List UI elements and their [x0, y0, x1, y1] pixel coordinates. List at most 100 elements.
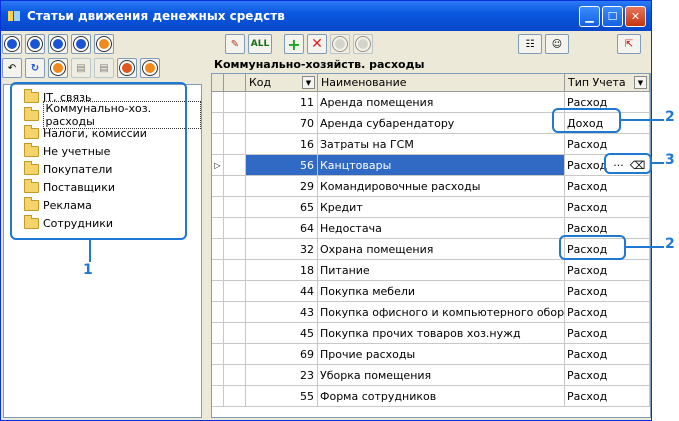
add-subfolder-icon: ▤: [99, 62, 109, 74]
minimize-button[interactable]: ▁: [579, 5, 600, 27]
type-cell[interactable]: Расход: [565, 281, 650, 301]
table-row[interactable]: 23 Уборка помещения Расход: [212, 365, 650, 386]
next-record-button[interactable]: [48, 34, 68, 54]
chevron-down-icon[interactable]: ▼: [302, 76, 315, 89]
header-name[interactable]: Наименование: [318, 74, 565, 91]
row-indicator: [212, 197, 224, 217]
code-cell[interactable]: 55: [246, 386, 318, 406]
name-cell[interactable]: Форма сотрудников: [318, 386, 565, 406]
code-cell[interactable]: 69: [246, 344, 318, 364]
row-blank-cell: [224, 365, 246, 385]
type-cell[interactable]: Расход: [565, 344, 650, 364]
name-cell[interactable]: Недостача: [318, 218, 565, 238]
table-row[interactable]: 29 Командировочные расходы Расход: [212, 176, 650, 197]
name-cell[interactable]: Прочие расходы: [318, 344, 565, 364]
code-cell[interactable]: 16: [246, 134, 318, 154]
filter-icon: ☷: [525, 38, 535, 50]
type-cell[interactable]: Расход: [565, 176, 650, 196]
add-folder-button[interactable]: ▤: [71, 58, 91, 78]
table-row[interactable]: 43Покупка офисного и компьютерного обору…: [212, 302, 650, 323]
code-cell[interactable]: 23: [246, 365, 318, 385]
name-cell[interactable]: Покупка офисного и компьютерного оборудо…: [318, 302, 565, 322]
close-button[interactable]: ✕: [625, 5, 646, 27]
row-indicator: [212, 323, 224, 343]
name-cell[interactable]: Уборка помещения: [318, 365, 565, 385]
cancel-icon: [333, 37, 347, 51]
name-cell[interactable]: Охрана помещения: [318, 239, 565, 259]
type-cell[interactable]: Расход: [565, 134, 650, 154]
callout-number-3: 3: [665, 152, 675, 168]
type-cell[interactable]: Расход: [565, 302, 650, 322]
table-row[interactable]: 65 Кредит Расход: [212, 197, 650, 218]
maximize-button[interactable]: ☐: [602, 5, 623, 27]
name-cell[interactable]: Покупка мебели: [318, 281, 565, 301]
table-row[interactable]: ▷ 56 Канцтовары Расход ··· ⌫: [212, 155, 650, 176]
name-cell[interactable]: Аренда помещения: [318, 92, 565, 112]
row-indicator: [212, 218, 224, 238]
type-cell[interactable]: Расход: [565, 386, 650, 406]
code-cell[interactable]: 32: [246, 239, 318, 259]
name-cell[interactable]: Кредит: [318, 197, 565, 217]
table-row[interactable]: 45 Покупка прочих товаров хоз.нужд Расход: [212, 323, 650, 344]
name-cell[interactable]: Покупка прочих товаров хоз.нужд: [318, 323, 565, 343]
name-cell[interactable]: Канцтовары: [318, 155, 565, 175]
type-cell[interactable]: Расход: [565, 323, 650, 343]
code-cell[interactable]: 29: [246, 176, 318, 196]
users-button[interactable]: ☺: [545, 34, 569, 54]
exit-button[interactable]: ⇱: [617, 34, 641, 54]
delete-folder-button[interactable]: [117, 58, 137, 78]
code-cell[interactable]: 45: [246, 323, 318, 343]
table-row[interactable]: 16 Затраты на ГСМ Расход: [212, 134, 650, 155]
name-cell[interactable]: Питание: [318, 260, 565, 280]
code-cell[interactable]: 65: [246, 197, 318, 217]
type-cell[interactable]: Расход: [565, 197, 650, 217]
cancel-button[interactable]: [330, 34, 350, 54]
header-type[interactable]: Тип Учета ▼: [565, 74, 650, 91]
all-button[interactable]: ALL: [248, 34, 272, 54]
undo-button[interactable]: ↶: [2, 58, 22, 78]
code-cell[interactable]: 44: [246, 281, 318, 301]
code-cell[interactable]: 18: [246, 260, 318, 280]
refresh-button[interactable]: [94, 34, 114, 54]
confirm-folder-button[interactable]: [140, 58, 160, 78]
row-indicator: [212, 281, 224, 301]
type-cell[interactable]: Расход: [565, 365, 650, 385]
header-code[interactable]: Код ▼: [246, 74, 318, 91]
first-record-button[interactable]: [2, 34, 22, 54]
pane-splitter[interactable]: [203, 56, 211, 418]
add-subfolder-button[interactable]: ▤: [94, 58, 114, 78]
prev-record-button[interactable]: [25, 34, 45, 54]
edit-button[interactable]: ✎: [225, 34, 245, 54]
type-cell[interactable]: Расход: [565, 260, 650, 280]
name-cell[interactable]: Аренда субарендатору: [318, 113, 565, 133]
row-indicator: [212, 386, 224, 406]
row-blank-cell: [224, 155, 246, 175]
name-cell[interactable]: Затраты на ГСМ: [318, 134, 565, 154]
tree-refresh-button[interactable]: [48, 58, 68, 78]
table-row[interactable]: 44 Покупка мебели Расход: [212, 281, 650, 302]
delete-button[interactable]: ✕: [307, 34, 327, 54]
add-button[interactable]: +: [284, 34, 304, 54]
row-indicator: ▷: [212, 155, 224, 175]
type-value: Расход: [567, 284, 608, 298]
table-row[interactable]: 55 Форма сотрудников Расход: [212, 386, 650, 407]
chevron-down-icon[interactable]: ▼: [634, 76, 647, 89]
row-indicator: [212, 239, 224, 259]
table-row[interactable]: 18 Питание Расход: [212, 260, 650, 281]
row-indicator: [212, 365, 224, 385]
prev-record-icon: [28, 37, 42, 51]
table-row[interactable]: 69 Прочие расходы Расход: [212, 344, 650, 365]
plus-icon: +: [287, 34, 301, 54]
last-record-button[interactable]: [71, 34, 91, 54]
code-cell[interactable]: 70: [246, 113, 318, 133]
code-cell[interactable]: 43: [246, 302, 318, 322]
code-cell[interactable]: 11: [246, 92, 318, 112]
name-cell[interactable]: Командировочные расходы: [318, 176, 565, 196]
save-button[interactable]: [353, 34, 373, 54]
code-cell[interactable]: 56: [246, 155, 318, 175]
filter-button[interactable]: ☷: [518, 34, 542, 54]
window-title: Статьи движения денежных средств: [27, 9, 285, 23]
reload-tree-button[interactable]: ↻: [25, 58, 45, 78]
code-cell[interactable]: 64: [246, 218, 318, 238]
header-type-label: Тип Учета: [568, 76, 626, 89]
